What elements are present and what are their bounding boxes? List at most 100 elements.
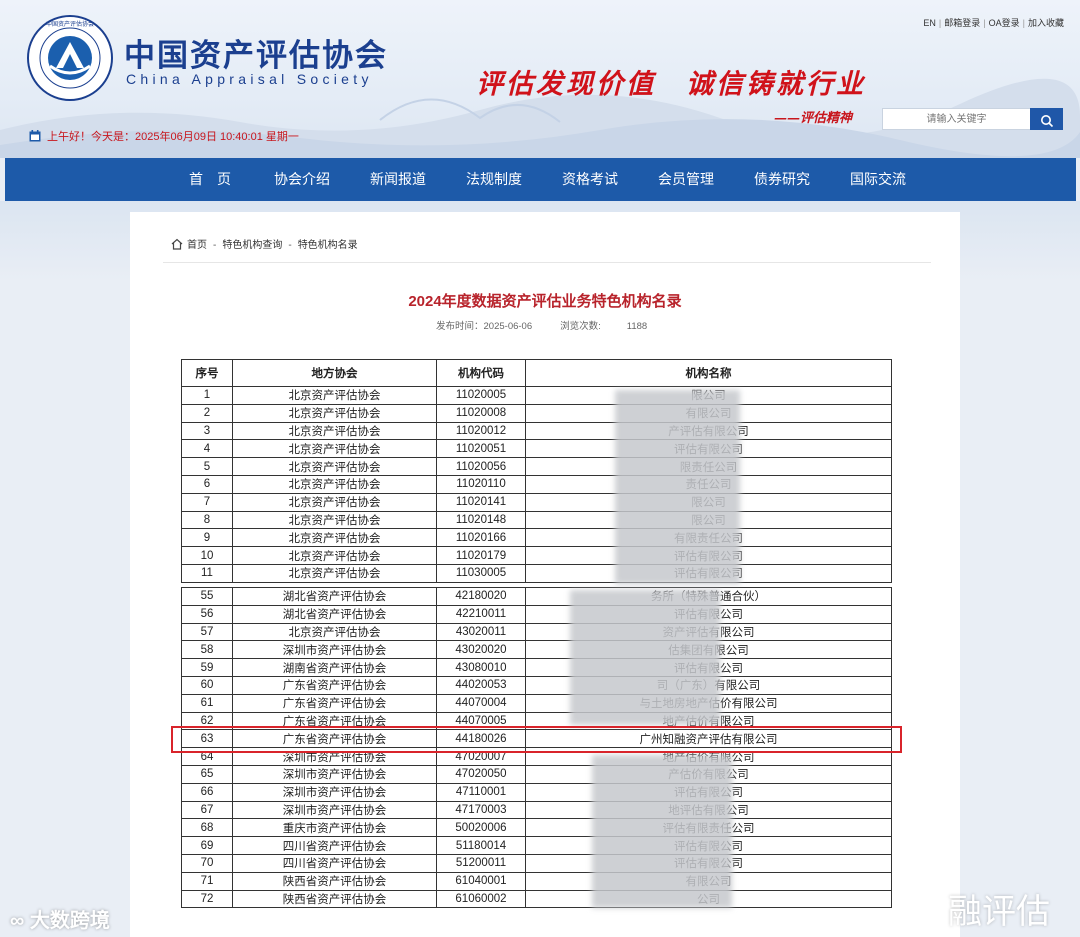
slogan-sub: ——评估精神 [774,111,853,126]
nav-news[interactable]: 新闻报道 [370,158,426,201]
cell-no: 7 [181,492,233,512]
cell-code: 47020050 [436,764,526,784]
watermark-logo-icon: ∞ [10,910,30,932]
table-row: 69四川省资产评估协会51180014评估有限公司 [181,836,892,855]
table-row: 56湖北省资产评估协会42210011评估有限公司 [181,604,892,624]
cell-no: 5 [181,457,233,476]
cell-code: 42210011 [436,604,526,624]
link-add-favorite[interactable]: 加入收藏 [1028,18,1064,28]
table-header-row: 序号 地方协会 机构代码 机构名称 [181,359,892,387]
breadcrumb: 首页 - 特色机构查询 - 特色机构名录 [171,236,358,251]
main-nav: 首 页 协会介绍 新闻报道 法规制度 资格考试 会员管理 债券研究 国际交流 [5,158,1076,201]
cell-no: 69 [181,836,233,855]
cell-association: 北京资产评估协会 [232,528,437,548]
col-header-association: 地方协会 [232,359,437,387]
cell-no: 67 [181,800,233,820]
cell-code: 11020179 [436,546,526,565]
cell-code: 11020056 [436,457,526,476]
site-header: 中国资产评估协会 中国资产评估协会 China Appraisal Societ… [0,0,1080,158]
nav-home[interactable]: 首 页 [189,158,231,201]
cell-code: 47170003 [436,800,526,820]
table-row: 11北京资产评估协会11030005评估有限公司 [181,563,892,583]
cell-code: 44020053 [436,675,526,695]
table-row: 1北京资产评估协会11020005限公司 [181,386,892,405]
redaction-blur [615,390,740,584]
highlight-row-63 [171,726,902,753]
cell-code: 11020005 [436,386,526,405]
cell-no: 10 [181,546,233,565]
watermark-left-text: 大数跨境 [29,910,110,932]
col-header-no: 序号 [181,359,233,387]
link-en[interactable]: EN [923,18,936,28]
cell-no: 11 [181,563,233,583]
nav-international[interactable]: 国际交流 [850,158,906,201]
table-row: 58深圳市资产评估协会43020020估集团有限公司 [181,640,892,660]
cell-no: 57 [181,622,233,642]
site-name-en: China Appraisal Society [126,71,373,87]
cell-code: 43020020 [436,640,526,660]
published-label: 发布时间： [436,321,484,332]
views-count: 1188 [626,321,648,332]
search-button[interactable] [1030,108,1063,130]
home-icon [171,238,183,250]
link-mail-login[interactable]: 邮箱登录 [944,18,980,28]
search-input[interactable] [882,108,1031,130]
col-header-code: 机构代码 [436,359,526,387]
search-icon [1040,115,1053,128]
cell-code: 51180014 [436,836,526,855]
breadcrumb-current: 特色机构名录 [297,240,358,251]
table-row: 2北京资产评估协会11020008有限公司 [181,403,892,423]
nav-exams[interactable]: 资格考试 [562,158,618,201]
table-row: 4北京资产评估协会11020051评估有限公司 [181,439,892,459]
cell-association: 北京资产评估协会 [232,622,437,642]
cell-no: 1 [181,386,233,405]
cell-no: 58 [181,640,233,660]
article-panel: 首页 - 特色机构查询 - 特色机构名录 2024年度数据资产评估业务特色机构名录 发布… [130,212,960,937]
cell-association: 北京资产评估协会 [232,474,437,494]
cell-code: 47110001 [436,782,526,802]
table-row: 8北京资产评估协会11020148限公司 [181,510,892,530]
nav-about[interactable]: 协会介绍 [274,158,330,201]
slogan: 评估发现价值 诚信铸就行业 [476,69,866,100]
cell-association: 湖北省资产评估协会 [232,587,437,606]
nav-bond-research[interactable]: 债券研究 [754,158,810,201]
cell-association: 深圳市资产评估协会 [232,800,437,820]
cell-no: 2 [181,403,233,423]
cell-association: 北京资产评估协会 [232,421,437,441]
table-row: 68重庆市资产评估协会50020006评估有限责任公司 [181,818,892,838]
link-oa-login[interactable]: OA登录 [989,18,1020,28]
cell-code: 50020006 [436,818,526,838]
cell-association: 北京资产评估协会 [232,403,437,423]
redaction-blur [570,590,720,725]
nav-regulations[interactable]: 法规制度 [466,158,522,201]
cell-no: 71 [181,871,233,891]
breadcrumb-divider [163,262,931,263]
table-row: 70四川省资产评估协会51200011评估有限公司 [181,853,892,873]
cell-no: 68 [181,818,233,838]
cell-no: 6 [181,474,233,494]
association-logo-icon[interactable]: 中国资产评估协会 [26,14,114,102]
cell-association: 深圳市资产评估协会 [232,782,437,802]
table-row: 71陕西省资产评估协会61040001有限公司 [181,871,892,891]
cell-code: 61060002 [436,889,526,909]
cell-no: 8 [181,510,233,530]
top-links: EN | 邮箱登录 | OA登录 | 加入收藏 [923,18,1064,28]
cell-association: 北京资产评估协会 [232,492,437,512]
breadcrumb-query[interactable]: 特色机构查询 [222,240,282,251]
table-row: 60广东省资产评估协会44020053司（广东）有限公司 [181,675,892,695]
table-row: 6北京资产评估协会11020110责任公司 [181,474,892,494]
cell-association: 深圳市资产评估协会 [232,640,437,660]
cell-code: 11020051 [436,439,526,459]
cell-association: 陕西省资产评估协会 [232,871,437,891]
breadcrumb-home[interactable]: 首页 [187,240,207,251]
cell-association: 陕西省资产评估协会 [232,889,437,909]
cell-code: 44070004 [436,693,526,713]
cell-no: 56 [181,604,233,624]
cell-no: 55 [181,587,233,606]
published-date: 2025-06-06 [483,321,533,332]
cell-association: 重庆市资产评估协会 [232,818,437,838]
table-row: 59湖南省资产评估协会43080010评估有限公司 [181,658,892,677]
nav-members[interactable]: 会员管理 [658,158,714,201]
cell-association: 北京资产评估协会 [232,457,437,476]
greeting-text: 上午好！今天是：2025年06月09日 10:40:01 星期一 [47,131,299,143]
